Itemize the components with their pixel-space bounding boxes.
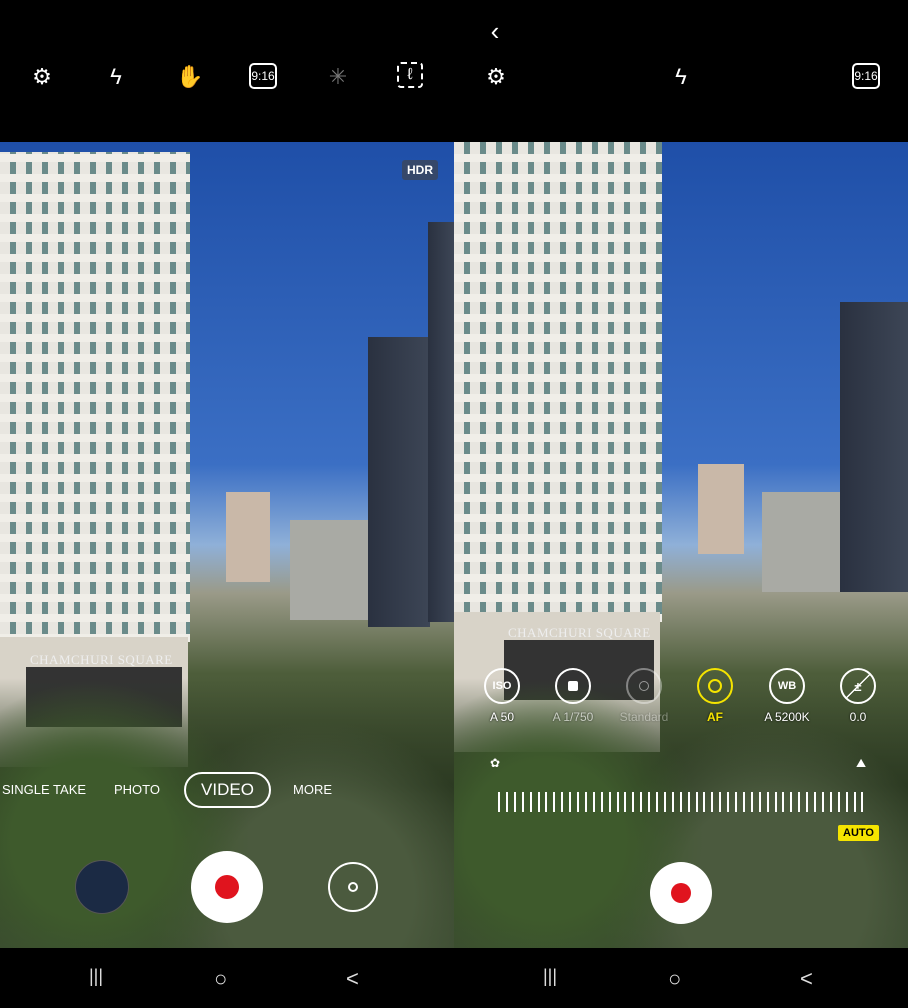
slider-tick [853,792,856,812]
slider-tick [608,792,611,812]
hdr-badge[interactable]: HDR [402,160,438,180]
slider-tick [592,792,595,812]
back-button[interactable]: < [346,966,359,992]
slider-tick [569,792,572,812]
slider-tick [814,792,816,812]
tone-icon [639,681,649,691]
slider-tick [505,792,508,812]
slider-tick [845,792,848,812]
slider-tick [640,792,643,812]
slider-tick [537,792,540,812]
slider-tick [632,792,635,812]
slider-tick [648,792,651,812]
aperture-icon [568,681,578,691]
slider-tick [837,792,840,812]
scan-icon[interactable]: ℓ [397,62,423,88]
exposure-value: 0.0 [849,710,867,724]
back-button[interactable]: < [800,966,813,992]
slider-tick [829,792,832,812]
building-sign: CHAMCHURI SQUARE [508,625,651,640]
recents-button[interactable]: ||| [543,966,557,987]
slider-tick [727,792,730,812]
shutter-value: A 1/750 [552,710,594,724]
slider-tick [498,792,500,812]
aspect-ratio-icon[interactable]: 9:16 [852,63,880,89]
landscape-mountain-icon: ⛰ [856,756,867,770]
slider-tick [766,792,769,812]
motion-hand-icon[interactable]: ✋ [175,62,205,92]
slider-tick [656,792,658,812]
focus-icon [708,679,722,693]
slider-tick [513,792,516,812]
slider-tick [750,792,753,812]
switch-camera-icon[interactable] [328,862,378,912]
slider-tick [600,792,603,812]
flash-off-icon[interactable]: ϟ [101,62,131,92]
slider-tick [561,792,564,812]
iso-control[interactable]: ISO [484,668,520,704]
building-sign: CHAMCHURI SQUARE [30,652,173,667]
slider-tick [577,792,579,812]
af-value: AF [707,710,723,724]
slider-tick [616,792,619,812]
home-button[interactable]: ○ [214,966,227,992]
white-balance-control[interactable]: WB [769,668,805,704]
slider-tick [545,792,548,812]
slider-tick [782,792,785,812]
slider-tick [529,792,532,812]
slider-tick [695,792,698,812]
slider-tick [719,792,722,812]
home-button[interactable]: ○ [668,966,681,992]
slider-tick [821,792,824,812]
slider-tick [758,792,761,812]
exposure-control[interactable]: ± [840,668,876,704]
settings-gear-icon[interactable]: ⚙ [481,62,511,92]
gallery-thumbnail[interactable] [75,860,129,914]
slider-tick [742,792,745,812]
slider-tick [687,792,690,812]
mode-photo[interactable]: PHOTO [114,782,160,797]
mode-more[interactable]: MORE [293,782,332,797]
slider-tick [521,792,524,812]
shutter-speed-control[interactable] [555,668,591,704]
slider-tick [790,792,793,812]
slider-tick [798,792,801,812]
aspect-ratio-icon[interactable]: 9:16 [249,63,277,89]
slider-tick [663,792,666,812]
flash-off-icon[interactable]: ϟ [666,62,696,92]
record-button[interactable] [191,851,263,923]
record-dot-icon [671,883,691,903]
settings-gear-icon[interactable]: ⚙ [27,62,57,92]
chevron-left-icon[interactable]: ‹ [480,16,510,46]
color-tone-control[interactable] [626,668,662,704]
slider-tick [774,792,777,812]
slider-tick [624,792,627,812]
record-dot-icon [215,875,239,899]
slider-tick [861,792,864,812]
slider-tick [711,792,714,812]
record-button[interactable] [650,862,712,924]
slider-tick [679,792,682,812]
recents-button[interactable]: ||| [89,966,103,987]
viewfinder-left[interactable]: CHAMCHURI SQUARE HDR [0,142,454,948]
slider-tick [703,792,706,812]
af-control[interactable] [697,668,733,704]
iso-value: A 50 [489,710,515,724]
slider-tick [671,792,674,812]
auto-badge[interactable]: AUTO [838,825,879,841]
macro-flower-icon: ✿ [490,756,501,770]
slider-tick [806,792,809,812]
mode-single-take[interactable]: SINGLE TAKE [2,782,86,797]
slider-tick [584,792,587,812]
wb-value: A 5200K [764,710,810,724]
slider-tick [735,792,737,812]
color-tone-value: Standard [619,710,669,724]
mode-video[interactable]: VIDEO [184,772,271,808]
effects-icon[interactable]: ✳ [323,62,353,92]
slider-tick [553,792,556,812]
